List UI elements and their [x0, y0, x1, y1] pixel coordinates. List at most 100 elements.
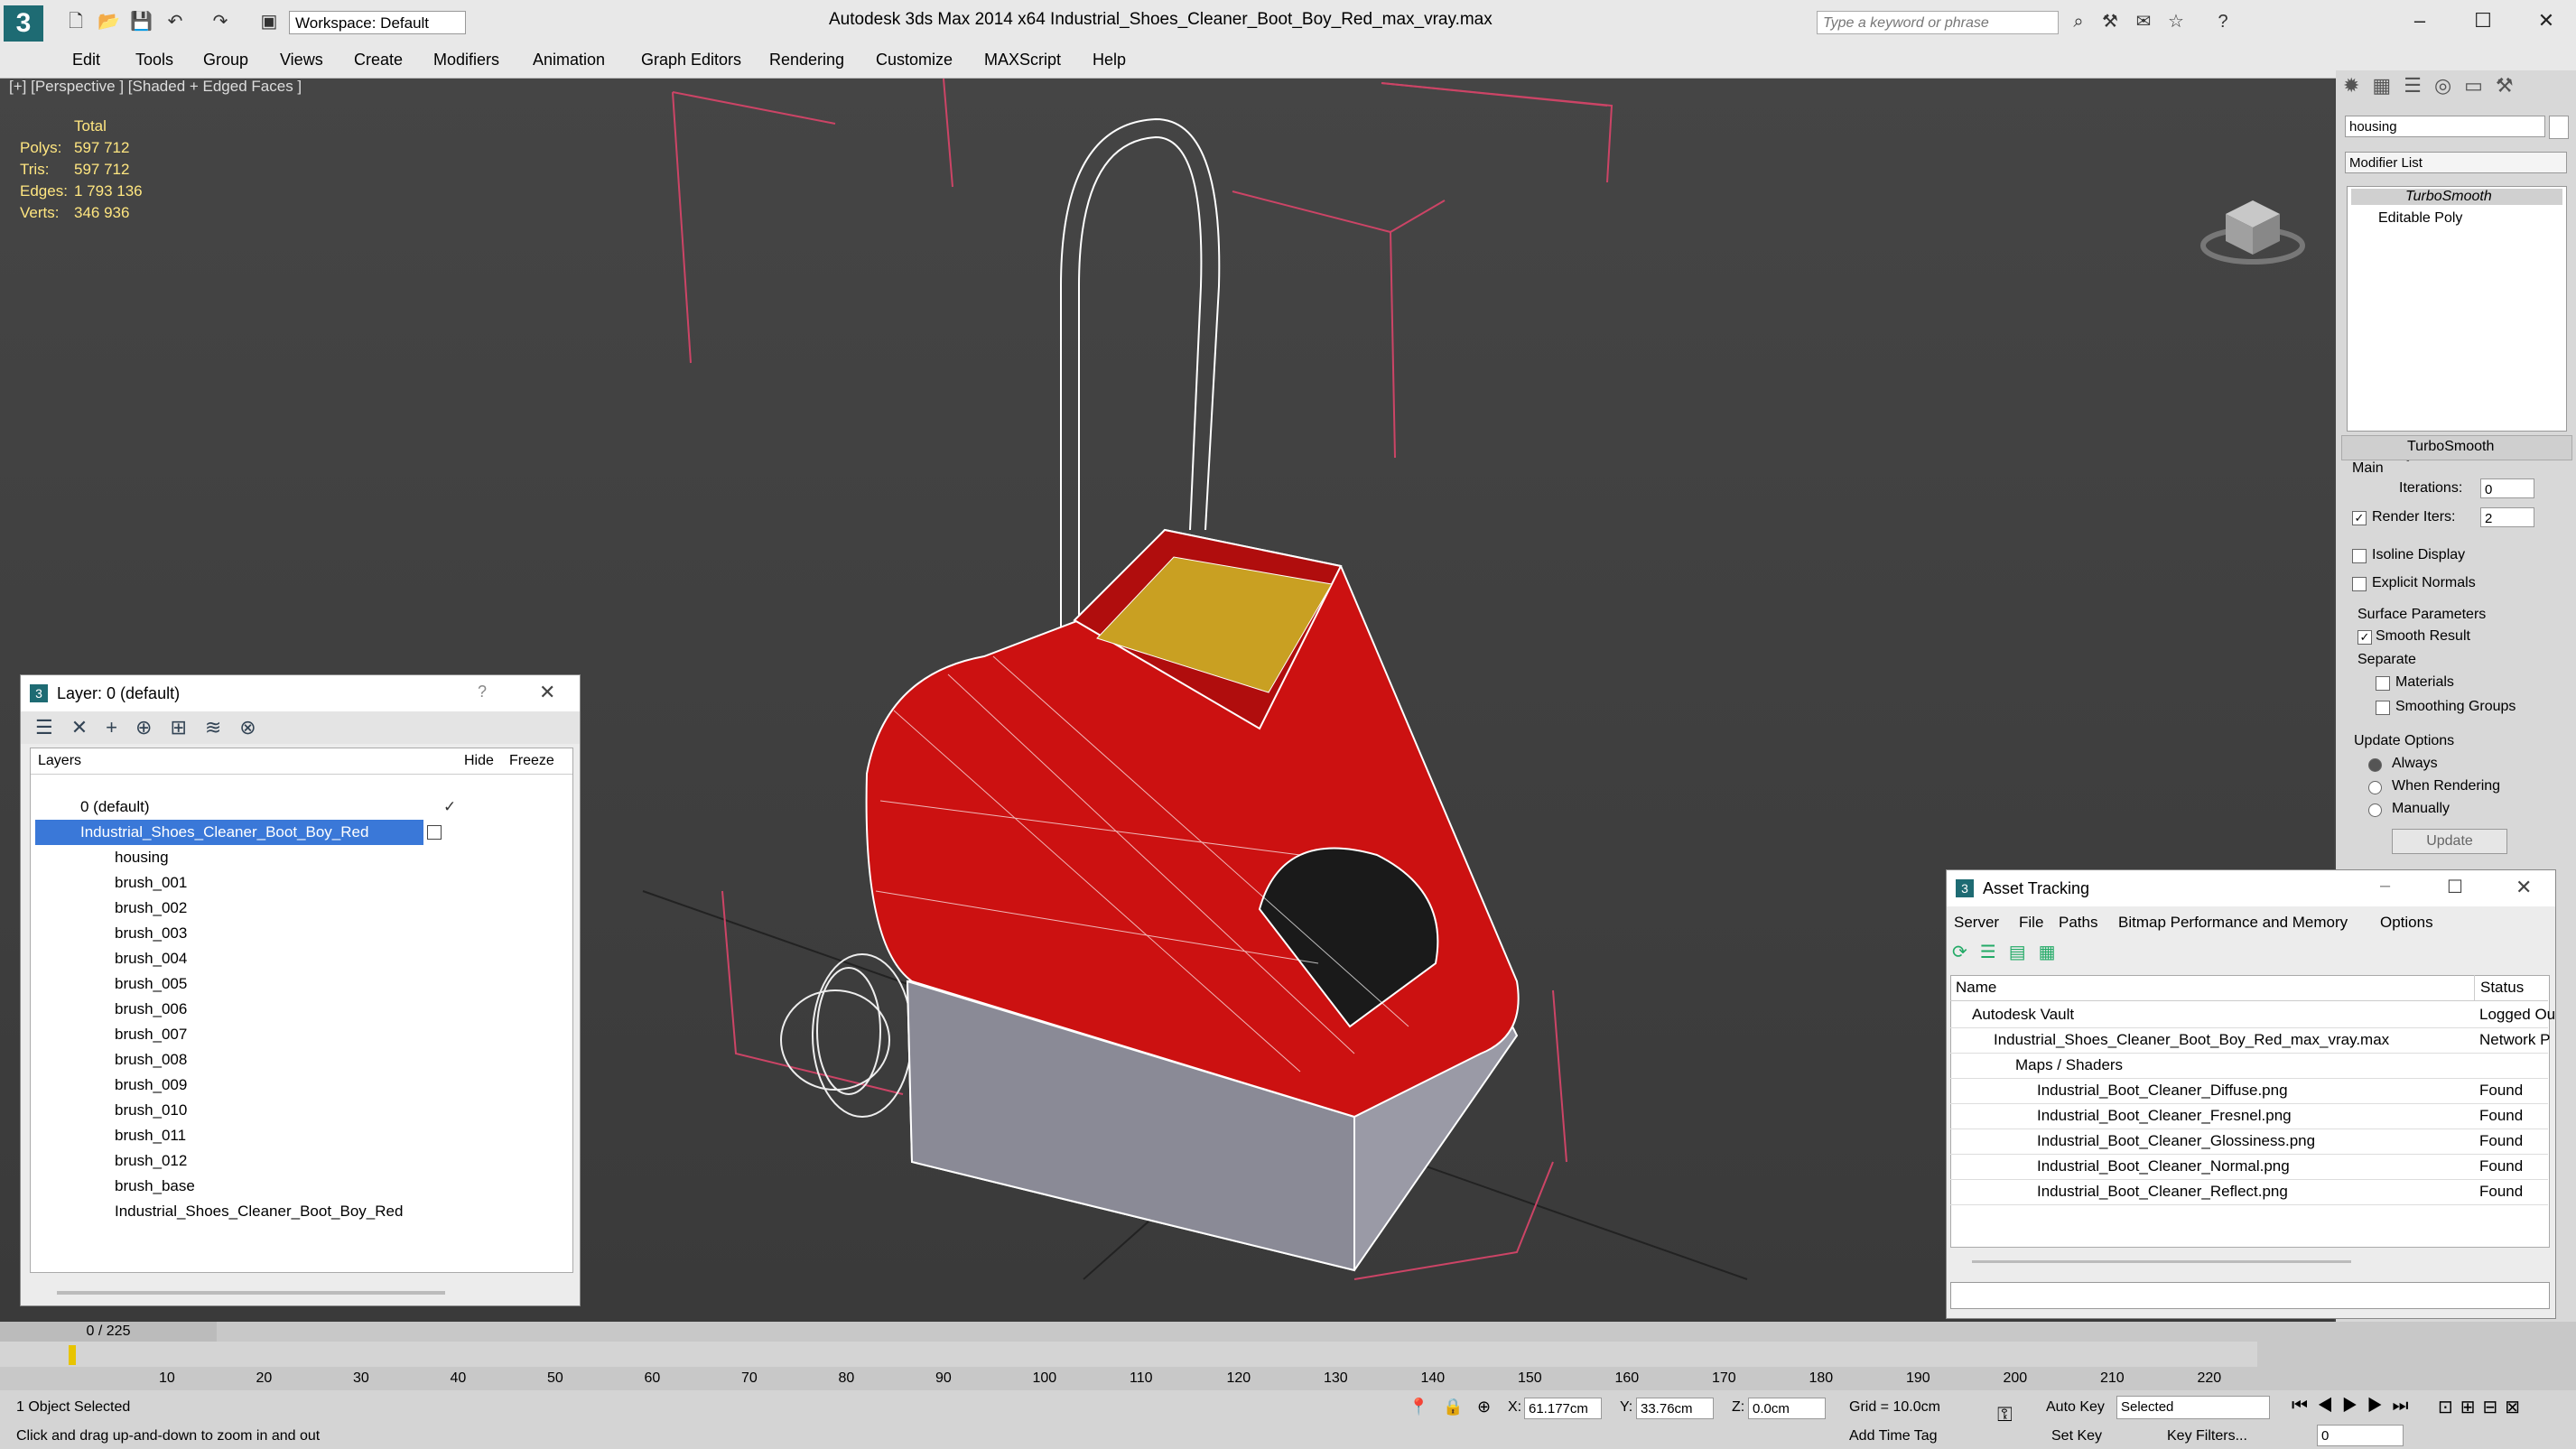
object-row[interactable]: brush_004 — [35, 946, 541, 971]
project-folder-icon[interactable]: ▣ — [258, 11, 280, 33]
stack-item-editable-poly[interactable]: Editable Poly — [2378, 210, 2462, 227]
minimize-icon[interactable]: – — [2380, 876, 2390, 896]
menu-animation[interactable]: Animation — [533, 51, 605, 70]
new-file-icon[interactable]: 🗋 — [65, 11, 87, 33]
asset-row[interactable]: Industrial_Boot_Cleaner_Glossiness.png Fo… — [1950, 1129, 2548, 1155]
key-selection-dropdown[interactable]: Selected — [2116, 1396, 2270, 1419]
open-file-icon[interactable]: 📂 — [98, 11, 120, 33]
menu-bitmap-performance[interactable]: Bitmap Performance and Memory — [2118, 910, 2348, 935]
asset-row[interactable]: Industrial_Shoes_Cleaner_Boot_Boy_Red_ma… — [1950, 1027, 2550, 1054]
close-icon[interactable]: ✕ — [2528, 5, 2564, 36]
maximize-icon[interactable]: ☐ — [2465, 5, 2501, 36]
add-time-tag[interactable]: Add Time Tag — [1849, 1428, 1938, 1444]
col-name[interactable]: Name — [1956, 975, 1996, 1000]
close-icon[interactable]: ✕ — [539, 681, 555, 704]
viewport-navigation-icons[interactable]: ⊡⊞⊟⊠ — [2438, 1396, 2527, 1418]
maximize-icon[interactable]: ☐ — [2447, 876, 2463, 898]
communication-icon[interactable]: ✉ — [2133, 11, 2154, 33]
z-coordinate-field[interactable]: 0.0cm — [1748, 1398, 1826, 1419]
menu-server[interactable]: Server — [1954, 910, 1999, 935]
subscription-icon[interactable]: ⚒ — [2099, 11, 2121, 33]
asset-window-title[interactable]: Asset Tracking — [1947, 870, 2555, 906]
asset-toolbar[interactable]: ⟳☰▤▦ — [1952, 941, 2550, 968]
asset-row[interactable]: Industrial_Boot_Cleaner_Reflect.png Found — [1950, 1179, 2548, 1205]
object-row[interactable]: brush_010 — [35, 1098, 541, 1123]
binoculars-icon[interactable]: ⌕ — [2068, 11, 2089, 33]
asset-tracking-window[interactable]: Asset Tracking 3 – ☐ ✕ Server File Paths… — [1946, 869, 2556, 1319]
object-row[interactable]: brush_005 — [35, 971, 541, 997]
manually-radio[interactable] — [2368, 803, 2382, 817]
menu-edit[interactable]: Edit — [72, 51, 100, 70]
time-slider[interactable]: 0 / 225 — [0, 1322, 217, 1342]
pin-icon[interactable]: 📍 — [1409, 1398, 1428, 1416]
turbosmooth-rollout-header[interactable]: TurboSmooth — [2341, 435, 2572, 460]
search-input[interactable]: Type a keyword or phrase — [1817, 11, 2059, 34]
object-row[interactable]: Industrial_Shoes_Cleaner_Boot_Boy_Red — [35, 1199, 541, 1224]
command-panel-tabs[interactable]: ✹▦☰◎▭⚒ — [2343, 74, 2569, 107]
asset-row[interactable]: Autodesk Vault Logged Ou — [1950, 1002, 2555, 1028]
menu-options[interactable]: Options — [2380, 910, 2433, 935]
absolute-mode-icon[interactable]: ⊕ — [1477, 1398, 1491, 1416]
col-status[interactable]: Status — [2474, 975, 2524, 1000]
asset-row[interactable]: Industrial_Boot_Cleaner_Diffuse.png Found — [1950, 1078, 2548, 1104]
object-row[interactable]: brush_001 — [35, 870, 541, 896]
object-row[interactable]: brush_base — [35, 1174, 541, 1199]
set-key-button[interactable]: Set Key — [2051, 1428, 2102, 1444]
track-bar[interactable] — [0, 1342, 2257, 1367]
always-radio[interactable] — [2368, 758, 2382, 772]
minimize-icon[interactable]: – — [2402, 5, 2438, 36]
object-row[interactable]: brush_007 — [35, 1022, 541, 1047]
layer-window-title[interactable]: Layer: 0 (default) — [21, 675, 580, 711]
favorites-star-icon[interactable]: ☆ — [2165, 11, 2187, 33]
asset-path-field[interactable] — [1950, 1282, 2550, 1309]
viewport-label[interactable]: [+] [Perspective ] [Shaded + Edged Faces… — [9, 78, 302, 96]
smooth-result-checkbox[interactable]: ✓ — [2357, 630, 2372, 645]
auto-key-button[interactable]: Auto Key — [2046, 1399, 2105, 1416]
col-freeze[interactable]: Freeze — [509, 748, 554, 774]
horizontal-scrollbar[interactable] — [1972, 1260, 2351, 1263]
key-icon[interactable]: ⚿ — [1997, 1403, 2013, 1426]
help-icon[interactable]: ? — [478, 683, 487, 701]
object-color-swatch[interactable] — [2549, 116, 2569, 139]
menu-maxscript[interactable]: MAXScript — [984, 51, 1061, 70]
iterations-spinner[interactable]: 0 — [2480, 478, 2534, 498]
workspace-dropdown[interactable]: Workspace: Default — [289, 11, 466, 34]
object-row[interactable]: brush_008 — [35, 1047, 541, 1073]
lock-icon[interactable]: 🔒 — [1443, 1398, 1463, 1416]
render-iters-checkbox[interactable]: ✓ — [2352, 511, 2367, 525]
layer-toolbar[interactable]: ☰✕+⊕⊞≋⊗ — [21, 711, 580, 744]
layer-hide-box[interactable] — [427, 825, 442, 840]
active-layer-check-icon[interactable]: ✓ — [443, 794, 456, 820]
object-name-field[interactable]: housing — [2345, 116, 2545, 137]
object-row[interactable]: brush_012 — [35, 1148, 541, 1174]
app-logo[interactable]: 3 — [4, 5, 43, 42]
horizontal-scrollbar[interactable] — [57, 1291, 445, 1295]
menu-help[interactable]: Help — [1093, 51, 1126, 70]
asset-row[interactable]: Industrial_Boot_Cleaner_Fresnel.png Found — [1950, 1103, 2548, 1129]
menu-tools[interactable]: Tools — [135, 51, 173, 70]
object-row[interactable]: brush_011 — [35, 1123, 541, 1148]
isoline-checkbox[interactable] — [2352, 549, 2367, 563]
update-button[interactable]: Update — [2392, 829, 2507, 854]
menu-create[interactable]: Create — [354, 51, 403, 70]
modifier-list-dropdown[interactable]: Modifier List — [2345, 152, 2567, 173]
menu-file[interactable]: File — [2019, 910, 2043, 935]
layer-row[interactable]: 0 (default) ✓ — [35, 794, 541, 820]
menu-customize[interactable]: Customize — [876, 51, 953, 70]
y-coordinate-field[interactable]: 33.76cm — [1636, 1398, 1714, 1419]
object-row[interactable]: brush_002 — [35, 896, 541, 921]
col-layers[interactable]: Layers — [38, 748, 81, 774]
menu-graph-editors[interactable]: Graph Editors — [641, 51, 741, 70]
menu-rendering[interactable]: Rendering — [769, 51, 844, 70]
object-row[interactable]: brush_003 — [35, 921, 541, 946]
x-coordinate-field[interactable]: 61.177cm — [1524, 1398, 1602, 1419]
undo-icon[interactable]: ↶ — [164, 11, 186, 33]
save-icon[interactable]: 💾 — [130, 11, 153, 33]
smoothing-groups-checkbox[interactable] — [2376, 701, 2390, 715]
redo-icon[interactable]: ↷ — [209, 11, 231, 33]
stack-item-turbosmooth[interactable]: TurboSmooth — [2351, 189, 2562, 205]
close-icon[interactable]: ✕ — [2516, 876, 2532, 899]
asset-row[interactable]: Industrial_Boot_Cleaner_Normal.png Found — [1950, 1154, 2548, 1180]
help-icon[interactable]: ? — [2212, 11, 2234, 33]
explicit-normals-checkbox[interactable] — [2352, 577, 2367, 591]
